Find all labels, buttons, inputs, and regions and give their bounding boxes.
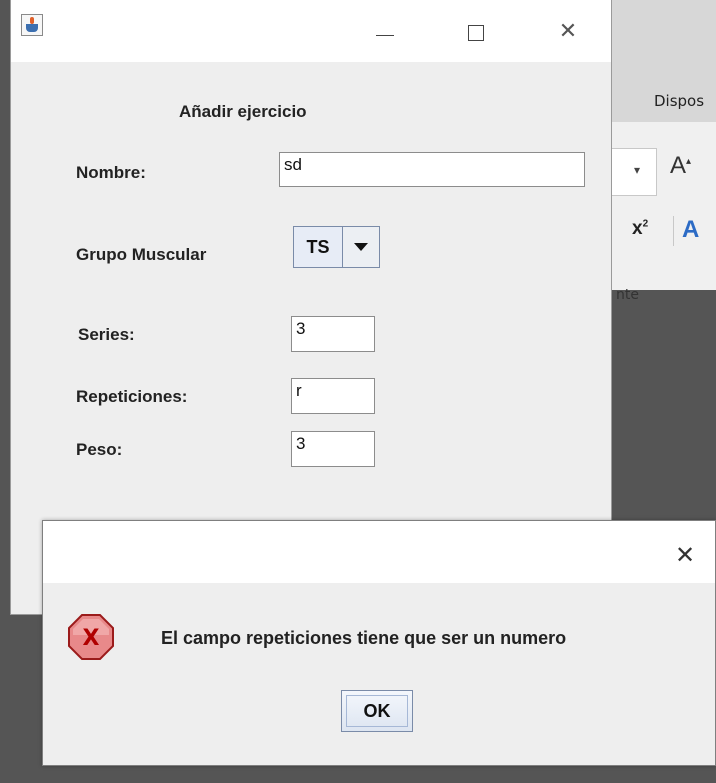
nombre-label: Nombre: [76, 163, 146, 182]
grupo-muscular-label: Grupo Muscular [76, 245, 207, 264]
chevron-down-icon: ▾ [634, 163, 641, 177]
dialog-close-button[interactable]: ✕ [665, 535, 705, 575]
series-label: Series: [78, 325, 135, 344]
ok-button[interactable]: OK [341, 690, 413, 732]
error-octagon-shape: X [68, 614, 114, 660]
text-effects-button[interactable]: A [682, 216, 699, 244]
superscript-icon: x [632, 218, 643, 239]
repeticiones-field[interactable]: r [291, 378, 375, 414]
ribbon-tab-disposicion[interactable]: Dispos [654, 92, 704, 110]
error-dialog: ✕ X El campo repeticiones tiene que ser … [42, 520, 716, 766]
ribbon-separator [673, 216, 674, 246]
maximize-button[interactable] [456, 12, 496, 52]
superscript-exponent: 2 [642, 218, 649, 230]
java-cup-icon [21, 14, 43, 36]
repeticiones-label: Repeticiones: [76, 387, 188, 406]
close-button[interactable]: ✕ [548, 12, 588, 52]
text-effects-icon: A [682, 216, 700, 243]
grow-font-button[interactable]: A▴ [670, 152, 691, 180]
font-size-dropdown[interactable]: ▾ [610, 148, 657, 196]
grow-font-icon: A [670, 152, 687, 179]
window-titlebar[interactable]: ✕ [11, 0, 611, 62]
java-steam-shape [30, 17, 34, 24]
grupo-muscular-select[interactable]: TS [293, 226, 380, 268]
form-title: Añadir ejercicio [179, 102, 307, 121]
peso-field[interactable]: 3 [291, 431, 375, 467]
series-field[interactable]: 3 [291, 316, 375, 352]
java-cup-shape [26, 24, 38, 32]
ribbon-group-label: nte [616, 287, 639, 303]
error-icon-letter: X [83, 626, 100, 651]
chevron-down-icon[interactable] [343, 227, 379, 267]
peso-label: Peso: [76, 440, 123, 459]
grupo-muscular-value: TS [294, 227, 343, 267]
error-message: El campo repeticiones tiene que ser un n… [161, 628, 567, 648]
superscript-button[interactable]: x2 [632, 218, 648, 240]
nombre-field[interactable]: sd [279, 152, 585, 187]
error-icon: X [67, 613, 115, 661]
minimize-button[interactable] [366, 12, 406, 52]
caret-up-icon: ▴ [686, 156, 692, 167]
dialog-titlebar[interactable]: ✕ [43, 521, 715, 583]
background-app-ribbon: Dispos ▾ A▴ x2 A nte [610, 0, 716, 303]
